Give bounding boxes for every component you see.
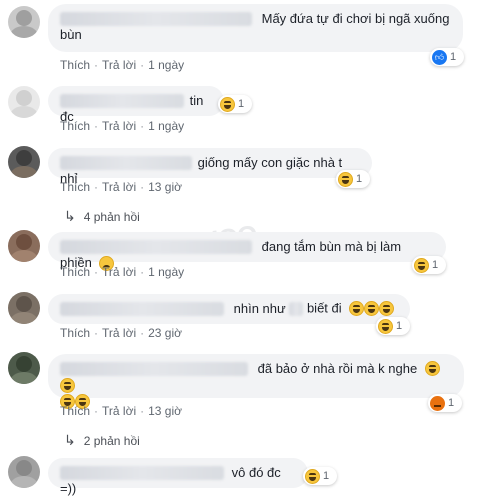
timestamp[interactable]: 1 ngày (148, 119, 184, 133)
blurred-username[interactable] (60, 301, 224, 316)
blurred-username[interactable] (60, 93, 184, 108)
reaction-count[interactable]: 1 (412, 256, 446, 274)
like-link[interactable]: Thích (60, 326, 90, 340)
like-link[interactable]: Thích (60, 265, 90, 279)
comment-actions: Thích · Trả lời · 1 ngày (60, 58, 185, 72)
like-link[interactable]: Thích (60, 404, 90, 418)
comment-actions: Thích · Trả lời · 13 giờ (60, 180, 182, 194)
like-link[interactable]: Thích (60, 119, 90, 133)
comment-text: Mấy đứa tự đi chơi bị ngã xuống (261, 10, 450, 26)
blurred-username[interactable] (60, 361, 248, 376)
reaction-count[interactable]: 1 (376, 317, 410, 335)
haha-icon (305, 468, 320, 484)
timestamp[interactable]: 13 giờ (148, 180, 182, 194)
timestamp[interactable]: 13 giờ (148, 404, 182, 418)
avatar[interactable] (8, 292, 40, 324)
laughing-emoji-icon (379, 301, 395, 317)
laughing-emoji-icon (364, 301, 380, 317)
blurred-word (289, 301, 304, 316)
angry-icon (430, 395, 445, 411)
haha-icon (414, 257, 429, 273)
laughing-emoji-icon (424, 361, 440, 377)
blurred-username[interactable] (60, 465, 224, 480)
comment-bubble: vô đó đc =)) (48, 458, 308, 496)
laughing-emoji-icon (60, 377, 75, 393)
comment-bubble: đang tắm bùn mà bị làm phiền (48, 232, 446, 271)
reply-link[interactable]: Trả lời (102, 58, 136, 72)
reaction-count[interactable]: 1 (428, 394, 462, 412)
blurred-username[interactable] (60, 155, 192, 170)
reply-link[interactable]: Trả lời (102, 404, 136, 418)
avatar[interactable] (8, 230, 40, 262)
comment-bubble: giống mấy con giặc nhà t nhỉ (48, 148, 372, 186)
avatar[interactable] (8, 6, 40, 38)
comment-actions: Thích · Trả lời · 1 ngày (60, 119, 185, 133)
like-link[interactable]: Thích (60, 180, 90, 194)
timestamp[interactable]: 23 giờ (148, 326, 182, 340)
laughing-emoji-icon (349, 301, 365, 317)
reaction-count[interactable]: 1 (303, 467, 337, 485)
comment-text: đã bảo ở nhà rồi mà k nghe (257, 360, 418, 376)
comment-text: nhìn như (233, 300, 286, 316)
comment-bubble: tin đc (48, 86, 224, 124)
comment-text-continued: biết đi (306, 300, 342, 316)
reaction-count[interactable]: 1 (336, 170, 370, 188)
reply-link[interactable]: Trả lời (102, 119, 136, 133)
view-replies[interactable]: ↳ 2 phản hồi (64, 432, 140, 449)
avatar[interactable] (8, 352, 40, 384)
like-icon: 👍︎ (432, 49, 447, 65)
like-link[interactable]: Thích (60, 58, 90, 72)
comment-text-continued: bùn (60, 26, 82, 42)
reply-arrow-icon: ↳ (64, 432, 76, 448)
avatar[interactable] (8, 456, 40, 488)
comment-bubble: đã bảo ở nhà rồi mà k nghe (48, 354, 464, 409)
blurred-username[interactable] (60, 239, 252, 254)
blurred-username[interactable] (60, 11, 252, 26)
haha-icon (338, 171, 353, 187)
haha-icon (220, 96, 235, 112)
timestamp[interactable]: 1 ngày (148, 265, 184, 279)
reply-link[interactable]: Trả lời (102, 265, 136, 279)
comment-bubble: nhìn như biết đi (48, 294, 410, 324)
timestamp[interactable]: 1 ngày (148, 58, 184, 72)
avatar[interactable] (8, 146, 40, 178)
reaction-count[interactable]: 👍︎ 1 (430, 48, 464, 66)
haha-icon (378, 318, 393, 334)
comment-actions: Thích · Trả lời · 1 ngày (60, 265, 185, 279)
reply-link[interactable]: Trả lời (102, 180, 136, 194)
reply-link[interactable]: Trả lời (102, 326, 136, 340)
avatar[interactable] (8, 86, 40, 118)
comment-actions: Thích · Trả lời · 23 giờ (60, 326, 182, 340)
view-replies[interactable]: ↳ 4 phản hồi (64, 208, 140, 225)
reaction-count[interactable]: 1 (218, 95, 252, 113)
comment-bubble: Mấy đứa tự đi chơi bị ngã xuống bùn (48, 4, 463, 52)
comment-actions: Thích · Trả lời · 13 giờ (60, 404, 182, 418)
reply-arrow-icon: ↳ (64, 208, 76, 224)
